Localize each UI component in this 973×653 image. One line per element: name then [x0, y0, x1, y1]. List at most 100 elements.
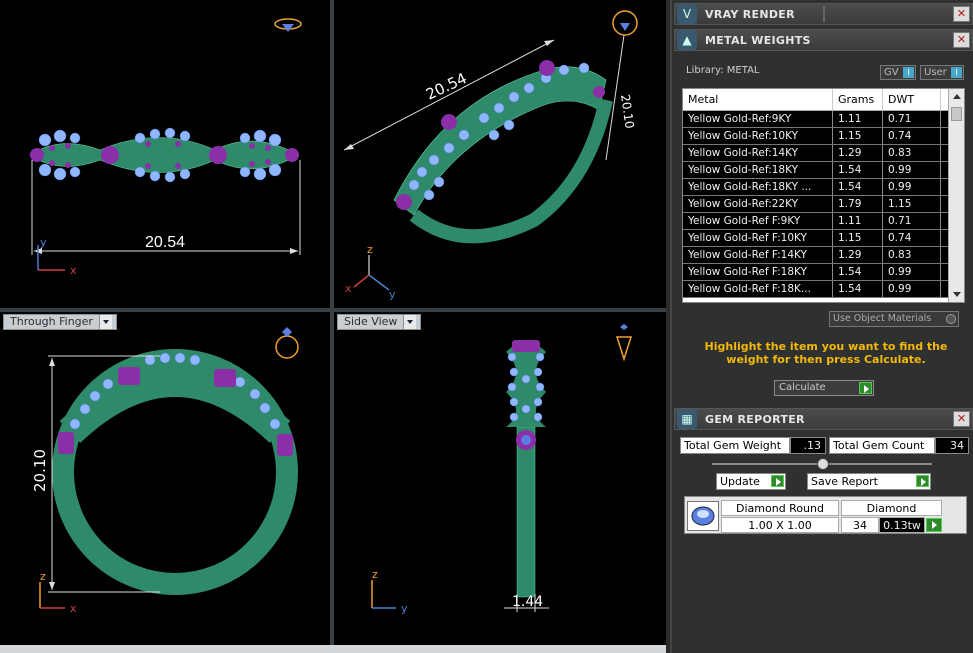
check-icon: I: [903, 67, 914, 78]
view-cube-icon[interactable]: [274, 18, 302, 32]
total-gem-count-label: Total Gem Count: [829, 437, 935, 454]
viewport-title-label: Side View: [344, 315, 398, 328]
close-icon[interactable]: ✕: [953, 32, 970, 48]
scroll-thumb[interactable]: [951, 107, 962, 121]
radio-icon[interactable]: [946, 314, 956, 324]
metal-weights-icon: ▲: [677, 30, 697, 50]
viewport-through-finger[interactable]: Through Finger 20.10 z x: [0, 312, 330, 645]
total-gem-weight-value: .13: [790, 437, 826, 454]
viewport-top[interactable]: 20.54 x y: [0, 0, 330, 308]
scroll-up-icon[interactable]: [953, 94, 961, 99]
table-row[interactable]: Yellow Gold-Ref F:9KY 1.11 0.71: [683, 213, 964, 230]
dwt-cell: 0.71: [883, 213, 941, 229]
gem-list-row[interactable]: Diamond Round Diamond 1.00 X 1.00 34 0.1…: [684, 496, 967, 534]
metal-name-cell: Yellow Gold-Ref:9KY: [683, 111, 833, 127]
grams-cell: 1.11: [833, 213, 883, 229]
gem-shape-label: Diamond Round: [721, 500, 839, 516]
update-button[interactable]: Update: [716, 473, 786, 490]
column-header-metal[interactable]: Metal: [683, 89, 833, 110]
viewport-perspective[interactable]: 20.54 20.10 z x y: [334, 0, 666, 308]
metal-weights-title: METAL WEIGHTS: [705, 33, 811, 47]
table-body: Yellow Gold-Ref:9KY 1.11 0.71 Yellow Gold-R…: [683, 111, 964, 298]
metal-table[interactable]: Metal Grams DWT Yellow Gold-Ref:9KY 1.11 0…: [682, 88, 965, 303]
use-object-materials-label: Use Object Materials: [833, 313, 932, 324]
viewport-side-view[interactable]: Side View 1.44 z y: [334, 312, 666, 645]
metal-weights-header[interactable]: ▲ METAL WEIGHTS ✕: [674, 29, 973, 51]
metal-name-cell: Yellow Gold-Ref F:9KY: [683, 213, 833, 229]
divider: [823, 6, 825, 22]
view-cube-icon[interactable]: [275, 327, 299, 359]
vray-icon: V: [677, 4, 697, 24]
chevron-down-icon[interactable]: [98, 315, 112, 329]
side-panel: V VRAY RENDER ✕ ▲ METAL WEIGHTS ✕ Librar…: [670, 0, 973, 653]
table-row[interactable]: Yellow Gold-Ref F:18KY 1.54 0.99: [683, 264, 964, 281]
play-icon[interactable]: [926, 518, 942, 532]
axis-z-label: z: [372, 568, 378, 581]
viewport-title-through-finger[interactable]: Through Finger: [3, 314, 117, 330]
metal-name-cell: Yellow Gold-Ref F:10KY: [683, 230, 833, 246]
dwt-cell: 0.99: [883, 179, 941, 195]
dimension-label: 20.10: [31, 449, 49, 492]
table-scrollbar[interactable]: [948, 89, 964, 302]
calculate-label: Calculate: [779, 382, 826, 393]
table-row[interactable]: Yellow Gold-Ref:18KY ... 1.54 0.99: [683, 179, 964, 196]
table-row[interactable]: Yellow Gold-Ref:18KY 1.54 0.99: [683, 162, 964, 179]
table-row[interactable]: Yellow Gold-Ref F:14KY 1.29 0.83: [683, 247, 964, 264]
ring-top-view: 20.54 x y: [29, 18, 302, 277]
table-row[interactable]: Yellow Gold-Ref:10KY 1.15 0.74: [683, 128, 964, 145]
grams-cell: 1.54: [833, 264, 883, 280]
dwt-cell: 0.99: [883, 162, 941, 178]
gem-reporter-header[interactable]: ▦ GEM REPORTER ✕: [674, 408, 973, 430]
vray-render-header[interactable]: V VRAY RENDER ✕: [674, 3, 973, 25]
dwt-cell: 0.71: [883, 111, 941, 127]
view-cube-icon[interactable]: [612, 10, 638, 36]
dimension-label: 20.54: [145, 234, 185, 251]
user-toggle[interactable]: User I: [920, 65, 964, 80]
axis-y-label: y: [401, 602, 408, 615]
library-label: Library: METAL: [686, 65, 760, 76]
gv-toggle[interactable]: GV I: [880, 65, 916, 80]
axis-z-label: z: [40, 570, 46, 583]
gem-weight-value: 0.13tw: [879, 517, 925, 533]
gem-reporter-body: Total Gem Weight .13 Total Gem Count 34 …: [674, 432, 973, 653]
viewport-title-side-view[interactable]: Side View: [337, 314, 422, 330]
metal-name-cell: Yellow Gold-Ref:10KY: [683, 128, 833, 144]
table-row[interactable]: Yellow Gold-Ref:22KY 1.79 1.15: [683, 196, 964, 213]
column-header-grams[interactable]: Grams: [833, 89, 883, 110]
gem-reporter-title: GEM REPORTER: [705, 412, 805, 426]
chevron-down-icon[interactable]: [403, 315, 417, 329]
axis-y-label: y: [40, 236, 47, 249]
vray-title: VRAY RENDER: [705, 7, 795, 21]
grams-cell: 1.15: [833, 230, 883, 246]
table-row[interactable]: Yellow Gold-Ref:9KY 1.11 0.71: [683, 111, 964, 128]
table-header: Metal Grams DWT: [683, 89, 964, 111]
gv-label: GV: [884, 67, 899, 78]
column-header-dwt[interactable]: DWT: [883, 89, 941, 110]
gem-size-value: 1.00 X 1.00: [721, 517, 839, 533]
axis-y-label: y: [389, 288, 396, 301]
save-report-button[interactable]: Save Report: [807, 473, 931, 490]
grams-cell: 1.54: [833, 281, 883, 297]
scroll-down-icon[interactable]: [953, 292, 961, 297]
total-gem-weight-label: Total Gem Weight: [680, 437, 790, 454]
table-row[interactable]: Yellow Gold-Ref F:10KY 1.15 0.74: [683, 230, 964, 247]
grams-cell: 1.15: [833, 128, 883, 144]
table-row[interactable]: Yellow Gold-Ref:14KY 1.29 0.83: [683, 145, 964, 162]
use-object-materials-toggle[interactable]: Use Object Materials: [829, 311, 959, 327]
report-slider-knob[interactable]: [817, 458, 829, 470]
total-gem-count-value: 34: [935, 437, 969, 454]
metal-name-cell: Yellow Gold-Ref F:18KY: [683, 264, 833, 280]
dwt-cell: 0.74: [883, 128, 941, 144]
gem-count-value: 34: [841, 517, 879, 533]
grams-cell: 1.29: [833, 247, 883, 263]
update-label: Update: [720, 475, 760, 488]
dimension-label: 1.44: [512, 594, 543, 610]
close-icon[interactable]: ✕: [953, 411, 970, 427]
ring-front-view: 20.10 z x: [31, 327, 299, 615]
calculate-button[interactable]: Calculate: [774, 380, 874, 396]
close-icon[interactable]: ✕: [953, 6, 970, 22]
view-cube-icon[interactable]: [615, 324, 633, 362]
table-row[interactable]: Yellow Gold-Ref F:18K... 1.54 0.99: [683, 281, 964, 298]
axis-z-label: z: [367, 243, 373, 256]
grams-cell: 1.54: [833, 179, 883, 195]
